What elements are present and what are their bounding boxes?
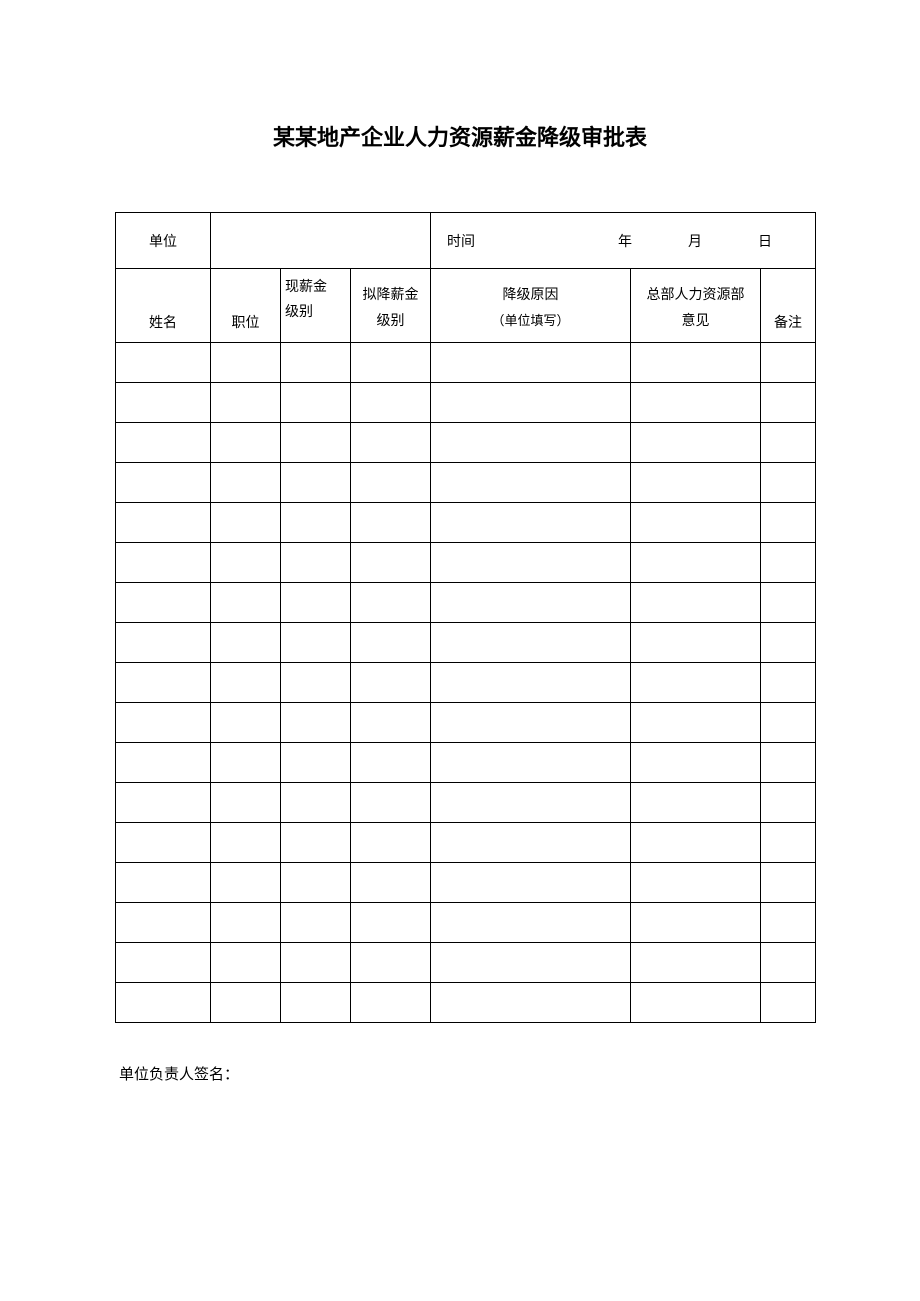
col-current-salary: 现薪金 级别 (281, 269, 351, 343)
table-row (116, 423, 816, 463)
table-row (116, 463, 816, 503)
col-reason-l2: （单位填写） (492, 313, 570, 328)
table-row (116, 503, 816, 543)
col-remark: 备注 (761, 269, 816, 343)
table-row (116, 983, 816, 1023)
table-row (116, 823, 816, 863)
time-label: 时间 (431, 231, 491, 251)
table-row (116, 343, 816, 383)
col-hr-l1: 总部人力资源部 (647, 288, 745, 303)
col-current-salary-l1: 现薪金 (285, 280, 327, 295)
table-row (116, 903, 816, 943)
col-reason-l1: 降级原因 (503, 288, 559, 303)
header-row: 单位 时间 年 月 日 (116, 213, 816, 269)
col-proposed-salary: 拟降薪金 级别 (351, 269, 431, 343)
table-row (116, 663, 816, 703)
signature-label: 单位负责人签名： (115, 1063, 805, 1084)
unit-value-cell (211, 213, 431, 269)
col-name: 姓名 (116, 269, 211, 343)
day-label: 日 (745, 231, 785, 251)
unit-label-cell: 单位 (116, 213, 211, 269)
table-row (116, 863, 816, 903)
table-row (116, 623, 816, 663)
col-current-salary-l2: 级别 (285, 305, 313, 320)
col-hr: 总部人力资源部 意见 (631, 269, 761, 343)
table-row (116, 943, 816, 983)
table-row (116, 703, 816, 743)
table-row (116, 743, 816, 783)
approval-table: 单位 时间 年 月 日 姓名 职位 (115, 212, 816, 1023)
table-row (116, 543, 816, 583)
column-header-row: 姓名 职位 现薪金 级别 拟降薪金 级别 降级原因 （单位填写） 总部人力资源部… (116, 269, 816, 343)
table-row (116, 383, 816, 423)
col-proposed-salary-l1: 拟降薪金 (363, 288, 419, 303)
col-proposed-salary-l2: 级别 (377, 314, 405, 329)
month-label: 月 (675, 231, 715, 251)
page-container: 某某地产企业人力资源薪金降级审批表 单位 时间 年 (0, 0, 920, 1084)
table-row (116, 583, 816, 623)
date-cell: 时间 年 月 日 (431, 213, 816, 269)
col-position: 职位 (211, 269, 281, 343)
col-hr-l2: 意见 (682, 314, 710, 329)
year-label: 年 (605, 231, 645, 251)
col-reason: 降级原因 （单位填写） (431, 269, 631, 343)
document-title: 某某地产企业人力资源薪金降级审批表 (115, 120, 805, 152)
table-row (116, 783, 816, 823)
